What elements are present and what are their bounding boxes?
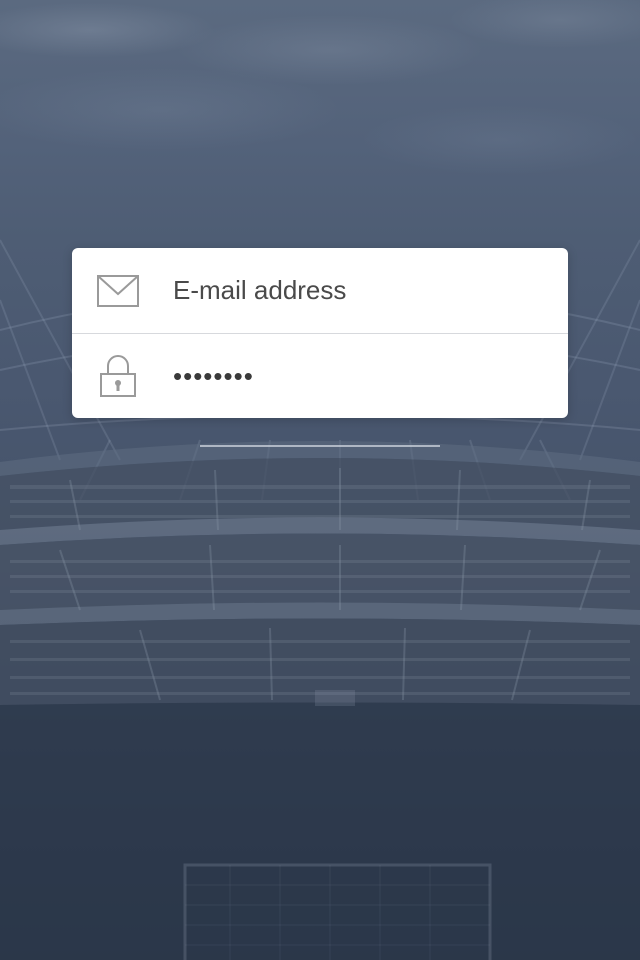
email-input[interactable]: [173, 270, 543, 311]
login-card: ••••••••: [72, 248, 568, 418]
login-screen: ••••••••: [0, 0, 640, 960]
stadium-background: [0, 239, 640, 960]
password-field-row[interactable]: ••••••••: [72, 334, 568, 418]
separator-line: [200, 445, 440, 447]
lock-icon: [96, 354, 140, 398]
envelope-icon: [96, 269, 140, 313]
password-input[interactable]: ••••••••: [173, 356, 254, 396]
email-field-row[interactable]: [72, 248, 568, 333]
